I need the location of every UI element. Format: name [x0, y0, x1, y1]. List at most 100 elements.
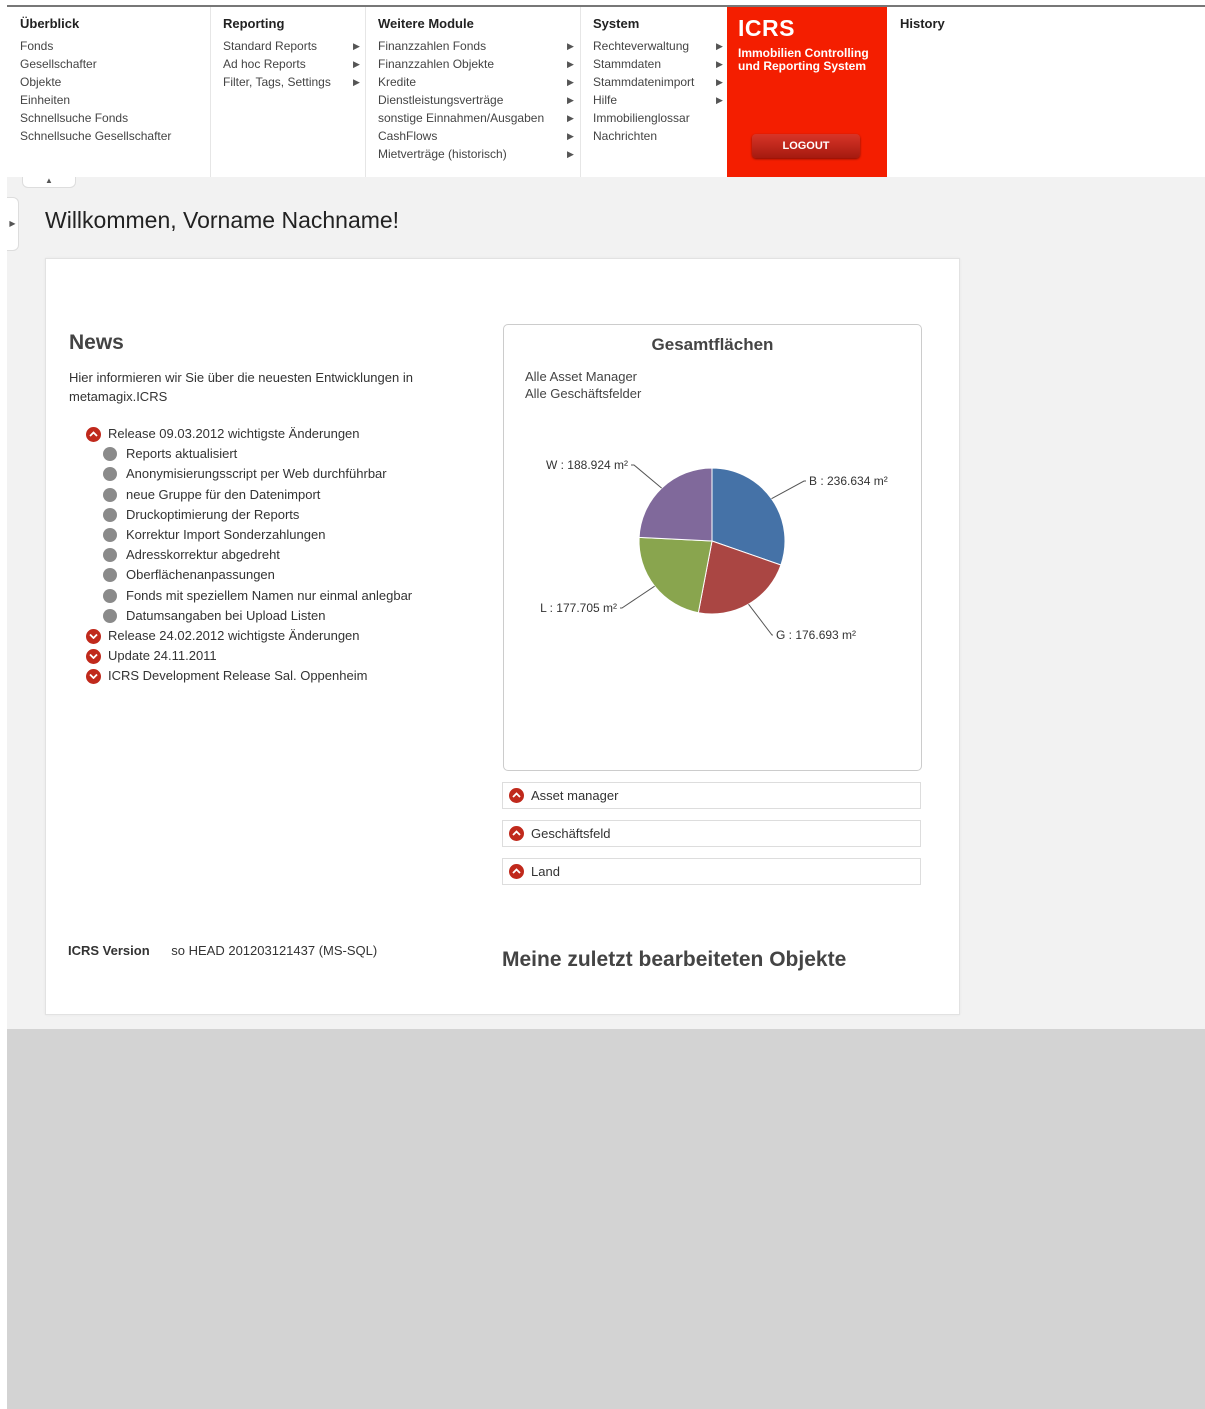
news-subitem: Druckoptimierung der Reports [86, 505, 412, 525]
expand-icon[interactable] [86, 669, 101, 685]
collapse-icon[interactable] [86, 427, 101, 442]
menu-column-system: System Rechteverwaltung ▶ Stammdaten ▶ Sta… [580, 7, 727, 177]
menu-heading-history[interactable]: History [900, 16, 945, 31]
bullet-icon [103, 447, 117, 462]
submenu-arrow-icon: ▶ [567, 113, 574, 123]
news-item-release-0903[interactable]: Release 09.03.2012 wichtigste Änderungen [86, 424, 412, 444]
news-subitem: Adresskorrektur abgedreht [86, 545, 412, 565]
submenu-arrow-icon: ▶ [567, 77, 574, 87]
menu-item-finanzzahlen-fonds[interactable]: Finanzzahlen Fonds ▶ [378, 37, 574, 55]
submenu-arrow-icon: ▶ [567, 131, 574, 141]
menu-item-stammdatenimport[interactable]: Stammdatenimport ▶ [593, 73, 723, 91]
menu-list-overview: Fonds Gesellschafter Objekte Einheiten S… [20, 37, 171, 145]
page-footer-area [7, 1029, 1205, 1409]
filter-business-field[interactable]: Geschäftsfeld [502, 820, 921, 847]
bullet-icon [103, 608, 117, 623]
menu-item-cashflows[interactable]: CashFlows ▶ [378, 127, 574, 145]
submenu-arrow-icon: ▶ [567, 59, 574, 69]
icrs-logo: ICRS [738, 15, 795, 41]
filter-label: Asset manager [531, 788, 619, 803]
submenu-arrow-icon: ▶ [353, 41, 360, 51]
news-item-label: Update 24.11.2011 [108, 648, 217, 664]
news-subitem: neue Gruppe für den Datenimport [86, 485, 412, 505]
bullet-icon [103, 568, 117, 583]
pie-label-l: L : 177.705 m² [540, 601, 617, 615]
icrs-tagline-line-2: und Reporting System [738, 59, 867, 73]
submenu-arrow-icon: ▶ [353, 77, 360, 87]
pie-chart: B : 236.634 m² G : 176.693 m² L : 177.705 … [540, 458, 888, 642]
filter-label: Geschäftsfeld [531, 826, 611, 841]
bullet-icon [103, 467, 117, 482]
submenu-arrow-icon: ▶ [716, 95, 723, 105]
menu-item-mietvertraege[interactable]: Mietverträge (historisch) ▶ [378, 145, 574, 163]
menu-heading-reporting: Reporting [223, 16, 285, 31]
pie-connector-b [771, 480, 806, 500]
area-chart-panel: Gesamtflächen Alle Asset Manager Alle Ge… [503, 324, 922, 771]
news-subitem: Datumsangaben bei Upload Listen [86, 606, 412, 626]
menu-heading-system: System [593, 16, 640, 31]
menu-item-sonstige-einnahmen[interactable]: sonstige Einnahmen/Ausgaben ▶ [378, 109, 574, 127]
menu-item-rechteverwaltung[interactable]: Rechteverwaltung ▶ [593, 37, 723, 55]
news-subitem: Reports aktualisiert [86, 444, 412, 464]
menu-item-hilfe[interactable]: Hilfe ▶ [593, 91, 723, 109]
menu-column-overview: Überblick Fonds Gesellschafter Objekte E… [7, 7, 211, 177]
arrow-up-icon: ▲ [45, 176, 53, 185]
menu-item-nachrichten[interactable]: Nachrichten [593, 127, 694, 145]
filter-asset-manager[interactable]: Asset manager [502, 782, 921, 809]
icrs-brand-panel: ICRS Immobilien Controlling und Reportin… [727, 7, 887, 177]
expand-icon[interactable] [86, 649, 101, 665]
menu-column-modules: Weitere Module Finanzzahlen Fonds ▶ Finan… [365, 7, 581, 177]
menu-item-standard-reports[interactable]: Standard Reports ▶ [223, 37, 360, 55]
news-item-label: Release 24.02.2012 wichtigste Änderungen [108, 627, 360, 643]
menu-item-einheiten[interactable]: Einheiten [20, 91, 171, 109]
menu-item-kredite[interactable]: Kredite ▶ [378, 73, 574, 91]
filter-label: Land [531, 864, 560, 879]
collapse-menu-handle[interactable]: ▲ [22, 177, 76, 188]
collapse-icon[interactable] [509, 864, 524, 879]
news-item-update-2411[interactable]: Update 24.11.2011 [86, 646, 412, 666]
version-info: ICRS Version so HEAD 201203121437 (MS-SQ… [68, 943, 377, 958]
submenu-arrow-icon: ▶ [567, 41, 574, 51]
pie-label-b: B : 236.634 m² [809, 474, 888, 488]
menu-item-fonds[interactable]: Fonds [20, 37, 171, 55]
menu-item-objekte[interactable]: Objekte [20, 73, 171, 91]
bullet-icon [103, 548, 117, 563]
menu-heading-modules: Weitere Module [378, 16, 474, 31]
menu-heading-overview: Überblick [20, 16, 80, 31]
news-subitem: Oberflächenanpassungen [86, 565, 412, 585]
submenu-arrow-icon: ▶ [353, 59, 360, 69]
submenu-arrow-icon: ▶ [716, 41, 723, 51]
news-item-development-release[interactable]: ICRS Development Release Sal. Oppenheim [86, 666, 412, 686]
news-list: Release 09.03.2012 wichtigste Änderungen… [86, 424, 412, 686]
menu-item-gesellschafter[interactable]: Gesellschafter [20, 55, 171, 73]
submenu-arrow-icon: ▶ [567, 149, 574, 159]
menu-item-schnellsuche-fonds[interactable]: Schnellsuche Fonds [20, 109, 171, 127]
menu-item-dienstleistungsvertraege[interactable]: Dienstleistungsverträge ▶ [378, 91, 574, 109]
pie-connector-g [748, 603, 773, 636]
collapse-icon[interactable] [509, 826, 524, 841]
page-title: Willkommen, Vorname Nachname! [45, 207, 400, 233]
menu-item-finanzzahlen-objekte[interactable]: Finanzzahlen Objekte ▶ [378, 55, 574, 73]
filter-country[interactable]: Land [502, 858, 921, 885]
logout-button[interactable]: LOGOUT [752, 134, 860, 158]
icrs-tagline: Immobilien Controlling und Reporting Sys… [738, 47, 869, 73]
expand-icon[interactable] [86, 628, 101, 644]
content-area: ▲ ▶ Willkommen, Vorname Nachname! News H… [7, 177, 1205, 1029]
main-menu: Überblick Fonds Gesellschafter Objekte E… [7, 7, 1205, 177]
submenu-arrow-icon: ▶ [567, 95, 574, 105]
side-panel-handle[interactable]: ▶ [7, 197, 19, 251]
pie-label-g: G : 176.693 m² [776, 628, 856, 642]
menu-list-reporting: Standard Reports ▶ Ad hoc Reports ▶ Filter… [223, 37, 360, 91]
menu-item-filter-tags-settings[interactable]: Filter, Tags, Settings ▶ [223, 73, 360, 91]
news-item-release-2402[interactable]: Release 24.02.2012 wichtigste Änderungen [86, 626, 412, 646]
news-item-label: ICRS Development Release Sal. Oppenheim [108, 668, 368, 684]
collapse-icon[interactable] [509, 788, 524, 803]
version-label: ICRS Version [68, 943, 150, 958]
pie-connector-l [620, 585, 655, 609]
menu-list-modules: Finanzzahlen Fonds ▶ Finanzzahlen Objekte… [378, 37, 574, 163]
menu-item-stammdaten[interactable]: Stammdaten ▶ [593, 55, 723, 73]
menu-item-immobilienglossar[interactable]: Immobilienglossar [593, 109, 694, 127]
pie-label-w: W : 188.924 m² [546, 458, 628, 472]
menu-item-ad-hoc-reports[interactable]: Ad hoc Reports ▶ [223, 55, 360, 73]
menu-item-schnellsuche-gesellschafter[interactable]: Schnellsuche Gesellschafter [20, 127, 171, 145]
